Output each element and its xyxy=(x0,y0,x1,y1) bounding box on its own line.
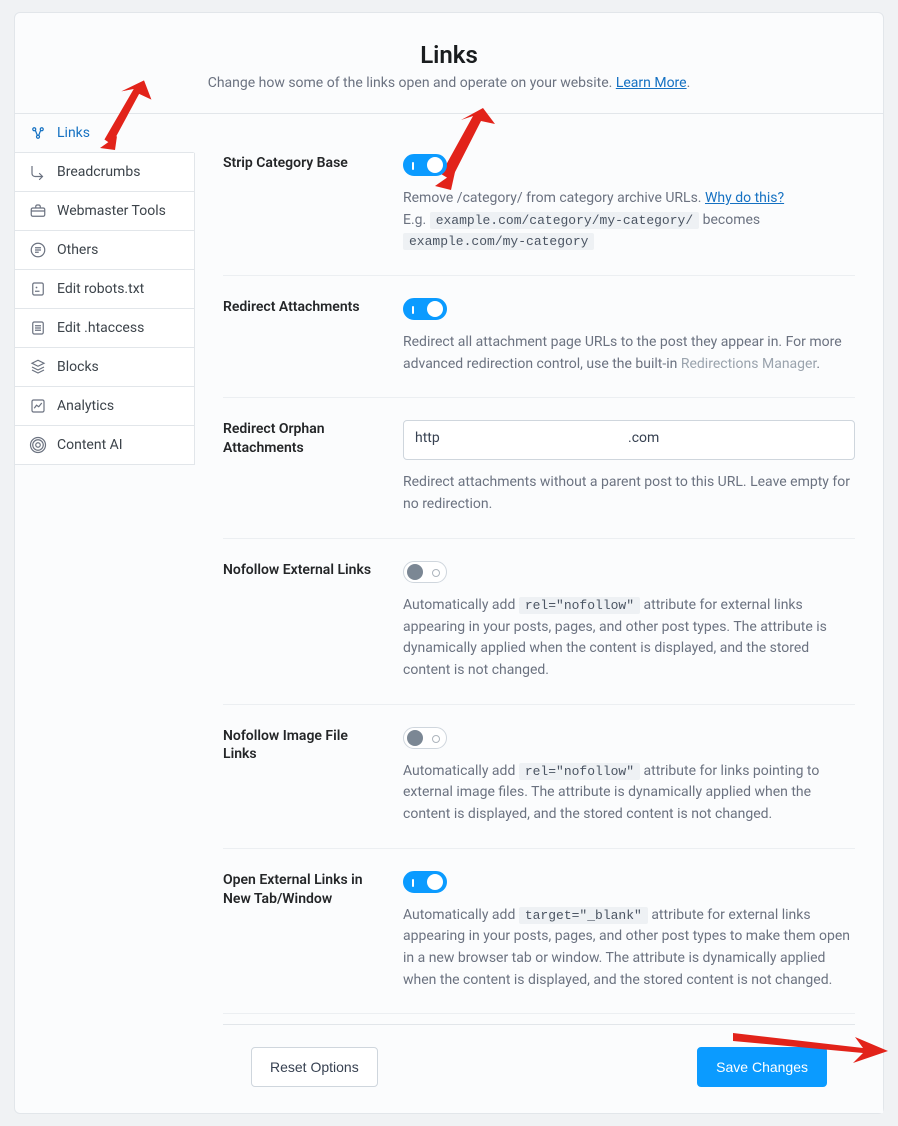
learn-more-link[interactable]: Learn More xyxy=(616,75,687,91)
save-changes-button[interactable]: Save Changes xyxy=(697,1047,827,1087)
redirect-orphan-input[interactable] xyxy=(403,420,855,460)
setting-label: Strip Category Base xyxy=(223,154,383,173)
sidebar-item-label: Content AI xyxy=(57,437,123,453)
document-icon xyxy=(29,241,47,259)
example-code-before: example.com/category/my-category/ xyxy=(430,212,699,229)
setting-label: Redirect Attachments xyxy=(223,298,383,317)
ai-icon xyxy=(29,436,47,454)
toggle-redirect-attachments[interactable] xyxy=(403,298,447,320)
sidebar-item-blocks[interactable]: Blocks xyxy=(15,348,194,387)
redirections-manager-link[interactable]: Redirections Manager xyxy=(681,356,817,372)
sidebar-item-label: Analytics xyxy=(57,398,114,414)
links-icon xyxy=(29,124,47,142)
sidebar-item-label: Links xyxy=(57,125,90,141)
sidebar-item-webmaster-tools[interactable]: Webmaster Tools xyxy=(15,192,194,231)
setting-strip-category: Strip Category Base Remove /category/ fr… xyxy=(223,144,855,276)
sidebar: Links Breadcrumbs Webmaster Tools Others… xyxy=(15,114,195,465)
sidebar-item-label: Edit .htaccess xyxy=(57,320,144,336)
toolbox-icon xyxy=(29,202,47,220)
setting-redirect-attachments: Redirect Attachments Redirect all attach… xyxy=(223,276,855,398)
robots-icon xyxy=(29,280,47,298)
setting-label: Open External Links in New Tab/Window xyxy=(223,871,383,909)
settings-page: Links Change how some of the links open … xyxy=(14,12,884,1114)
setting-description: Automatically add target="_blank" attrib… xyxy=(403,905,855,992)
sidebar-item-content-ai[interactable]: Content AI xyxy=(15,426,194,464)
setting-description: Redirect attachments without a parent po… xyxy=(403,472,855,515)
sidebar-item-robots[interactable]: Edit robots.txt xyxy=(15,270,194,309)
sidebar-item-analytics[interactable]: Analytics xyxy=(15,387,194,426)
sidebar-item-label: Edit robots.txt xyxy=(57,281,144,297)
file-icon xyxy=(29,319,47,337)
sidebar-item-label: Blocks xyxy=(57,359,99,375)
sidebar-item-label: Others xyxy=(57,242,98,258)
blocks-icon xyxy=(29,358,47,376)
page-subtitle: Change how some of the links open and op… xyxy=(35,75,863,91)
sidebar-item-links[interactable]: Links xyxy=(15,114,195,153)
sidebar-item-htaccess[interactable]: Edit .htaccess xyxy=(15,309,194,348)
toggle-open-external[interactable] xyxy=(403,871,447,893)
setting-description: Remove /category/ from category archive … xyxy=(403,188,855,253)
sidebar-item-label: Breadcrumbs xyxy=(57,164,140,180)
sidebar-item-label: Webmaster Tools xyxy=(57,203,166,219)
toggle-nofollow-image[interactable] xyxy=(403,727,447,749)
setting-description: Automatically add rel="nofollow" attribu… xyxy=(403,595,855,682)
page-header: Links Change how some of the links open … xyxy=(15,13,883,114)
setting-open-external: Open External Links in New Tab/Window Au… xyxy=(223,849,855,1015)
setting-label: Nofollow External Links xyxy=(223,561,383,580)
setting-label: Redirect Orphan Attachments xyxy=(223,420,383,458)
why-do-this-link[interactable]: Why do this? xyxy=(705,190,784,206)
toggle-strip-category[interactable] xyxy=(403,154,447,176)
attr-code: rel="nofollow" xyxy=(519,597,640,614)
analytics-icon xyxy=(29,397,47,415)
settings-content: Strip Category Base Remove /category/ fr… xyxy=(195,114,883,1113)
example-code-after: example.com/my-category xyxy=(403,233,594,250)
toggle-nofollow-external[interactable] xyxy=(403,561,447,583)
footer-actions: Reset Options Save Changes xyxy=(223,1024,855,1113)
sidebar-item-breadcrumbs[interactable]: Breadcrumbs xyxy=(15,153,194,192)
reset-options-button[interactable]: Reset Options xyxy=(251,1047,378,1087)
attr-code: target="_blank" xyxy=(519,907,648,924)
setting-redirect-orphan: Redirect Orphan Attachments http .com Re… xyxy=(223,398,855,538)
setting-nofollow-external: Nofollow External Links Automatically ad… xyxy=(223,539,855,705)
breadcrumbs-icon xyxy=(29,163,47,181)
setting-label: Nofollow Image File Links xyxy=(223,727,383,765)
setting-description: Automatically add rel="nofollow" attribu… xyxy=(403,761,855,826)
setting-nofollow-image: Nofollow Image File Links Automatically … xyxy=(223,705,855,849)
sidebar-item-others[interactable]: Others xyxy=(15,231,194,270)
attr-code: rel="nofollow" xyxy=(519,763,640,780)
page-title: Links xyxy=(35,41,863,69)
setting-description: Redirect all attachment page URLs to the… xyxy=(403,332,855,375)
